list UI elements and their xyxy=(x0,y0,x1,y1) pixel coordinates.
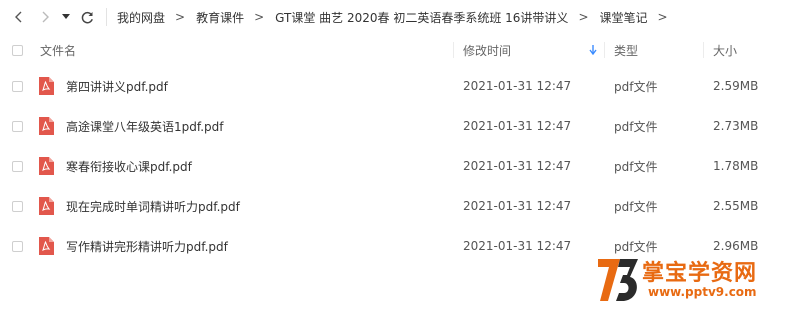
refresh-icon xyxy=(81,11,93,23)
file-size: 2.73MB xyxy=(713,119,759,133)
pdf-file-icon xyxy=(39,237,54,255)
file-modified: 2021-01-31 12:47 xyxy=(463,159,572,173)
file-row[interactable]: 寒春衔接收心课pdf.pdf 2021-01-31 12:47 pdf文件 1.… xyxy=(0,146,790,186)
file-name[interactable]: 第四讲讲义pdf.pdf xyxy=(66,66,168,106)
watermark: 掌宝学资网 www.pptv9.com xyxy=(580,253,790,313)
file-type: pdf文件 xyxy=(614,119,658,134)
pdf-file-icon xyxy=(39,77,54,95)
row-checkbox[interactable] xyxy=(12,240,23,252)
file-row[interactable]: 高途课堂八年级英语1pdf.pdf 2021-01-31 12:47 pdf文件… xyxy=(0,106,790,146)
select-all-checkbox[interactable] xyxy=(12,44,23,56)
file-list-header: 文件名 修改时间 类型 大小 xyxy=(0,34,790,66)
breadcrumb-item-notes[interactable]: 课堂笔记 xyxy=(600,9,648,26)
caret-down-icon xyxy=(62,14,70,19)
file-modified: 2021-01-31 12:47 xyxy=(463,199,572,213)
refresh-button[interactable] xyxy=(76,0,98,34)
file-name[interactable]: 现在完成时单词精讲听力pdf.pdf xyxy=(66,186,240,226)
column-header-size[interactable]: 大小 xyxy=(713,34,737,66)
file-manager-window: 我的网盘 > 教育课件 > GT课堂 曲艺 2020春 初二英语春季系统班 16… xyxy=(0,0,790,313)
file-list: 第四讲讲义pdf.pdf 2021-01-31 12:47 pdf文件 2.59… xyxy=(0,66,790,266)
file-size: 2.55MB xyxy=(713,199,759,213)
select-all-checkbox-cell xyxy=(12,34,23,66)
breadcrumb-separator: > xyxy=(254,10,265,24)
column-header-modified[interactable]: 修改时间 xyxy=(463,34,603,66)
watermark-logo xyxy=(598,259,638,301)
row-checkbox[interactable] xyxy=(12,80,23,92)
file-type: pdf文件 xyxy=(614,159,658,174)
file-name[interactable]: 写作精讲完形精讲听力pdf.pdf xyxy=(66,226,228,266)
file-row[interactable]: 第四讲讲义pdf.pdf 2021-01-31 12:47 pdf文件 2.59… xyxy=(0,66,790,106)
column-divider xyxy=(604,42,605,58)
file-name[interactable]: 寒春衔接收心课pdf.pdf xyxy=(66,146,192,186)
column-divider xyxy=(453,42,454,58)
breadcrumb: 我的网盘 > 教育课件 > GT课堂 曲艺 2020春 初二英语春季系统班 16… xyxy=(117,9,679,26)
column-header-name[interactable]: 文件名 xyxy=(40,34,76,66)
chevron-right-icon xyxy=(42,11,49,23)
toolbar: 我的网盘 > 教育课件 > GT课堂 曲艺 2020春 初二英语春季系统班 16… xyxy=(0,0,790,34)
column-divider xyxy=(703,42,704,58)
forward-button[interactable] xyxy=(34,0,56,34)
file-modified: 2021-01-31 12:47 xyxy=(463,79,572,93)
toolbar-divider xyxy=(106,8,107,26)
breadcrumb-separator: > xyxy=(657,10,668,24)
watermark-url: www.pptv9.com xyxy=(648,285,757,299)
back-button[interactable] xyxy=(8,0,30,34)
breadcrumb-separator: > xyxy=(175,10,186,24)
row-checkbox[interactable] xyxy=(12,200,23,212)
breadcrumb-item-courseware[interactable]: 教育课件 xyxy=(196,9,244,26)
file-type: pdf文件 xyxy=(614,79,658,94)
file-type: pdf文件 xyxy=(614,199,658,214)
pdf-file-icon xyxy=(39,197,54,215)
file-size: 2.59MB xyxy=(713,79,759,93)
breadcrumb-item-course-folder[interactable]: GT课堂 曲艺 2020春 初二英语春季系统班 16讲带讲义 xyxy=(275,9,568,26)
column-header-type[interactable]: 类型 xyxy=(614,34,638,66)
file-modified: 2021-01-31 12:47 xyxy=(463,239,572,253)
file-size: 1.78MB xyxy=(713,159,759,173)
row-checkbox[interactable] xyxy=(12,120,23,132)
pdf-file-icon xyxy=(39,117,54,135)
history-dropdown-button[interactable] xyxy=(58,0,74,34)
column-header-modified-label: 修改时间 xyxy=(463,43,512,58)
file-name[interactable]: 高途课堂八年级英语1pdf.pdf xyxy=(66,106,224,146)
watermark-title: 掌宝学资网 xyxy=(642,261,758,286)
breadcrumb-item-my-drive[interactable]: 我的网盘 xyxy=(117,9,165,26)
row-checkbox[interactable] xyxy=(12,160,23,172)
file-modified: 2021-01-31 12:47 xyxy=(463,119,572,133)
breadcrumb-separator: > xyxy=(578,10,589,24)
sort-down-arrow-icon xyxy=(589,45,597,55)
chevron-left-icon xyxy=(15,11,22,23)
file-row[interactable]: 现在完成时单词精讲听力pdf.pdf 2021-01-31 12:47 pdf文… xyxy=(0,186,790,226)
pdf-file-icon xyxy=(39,157,54,175)
